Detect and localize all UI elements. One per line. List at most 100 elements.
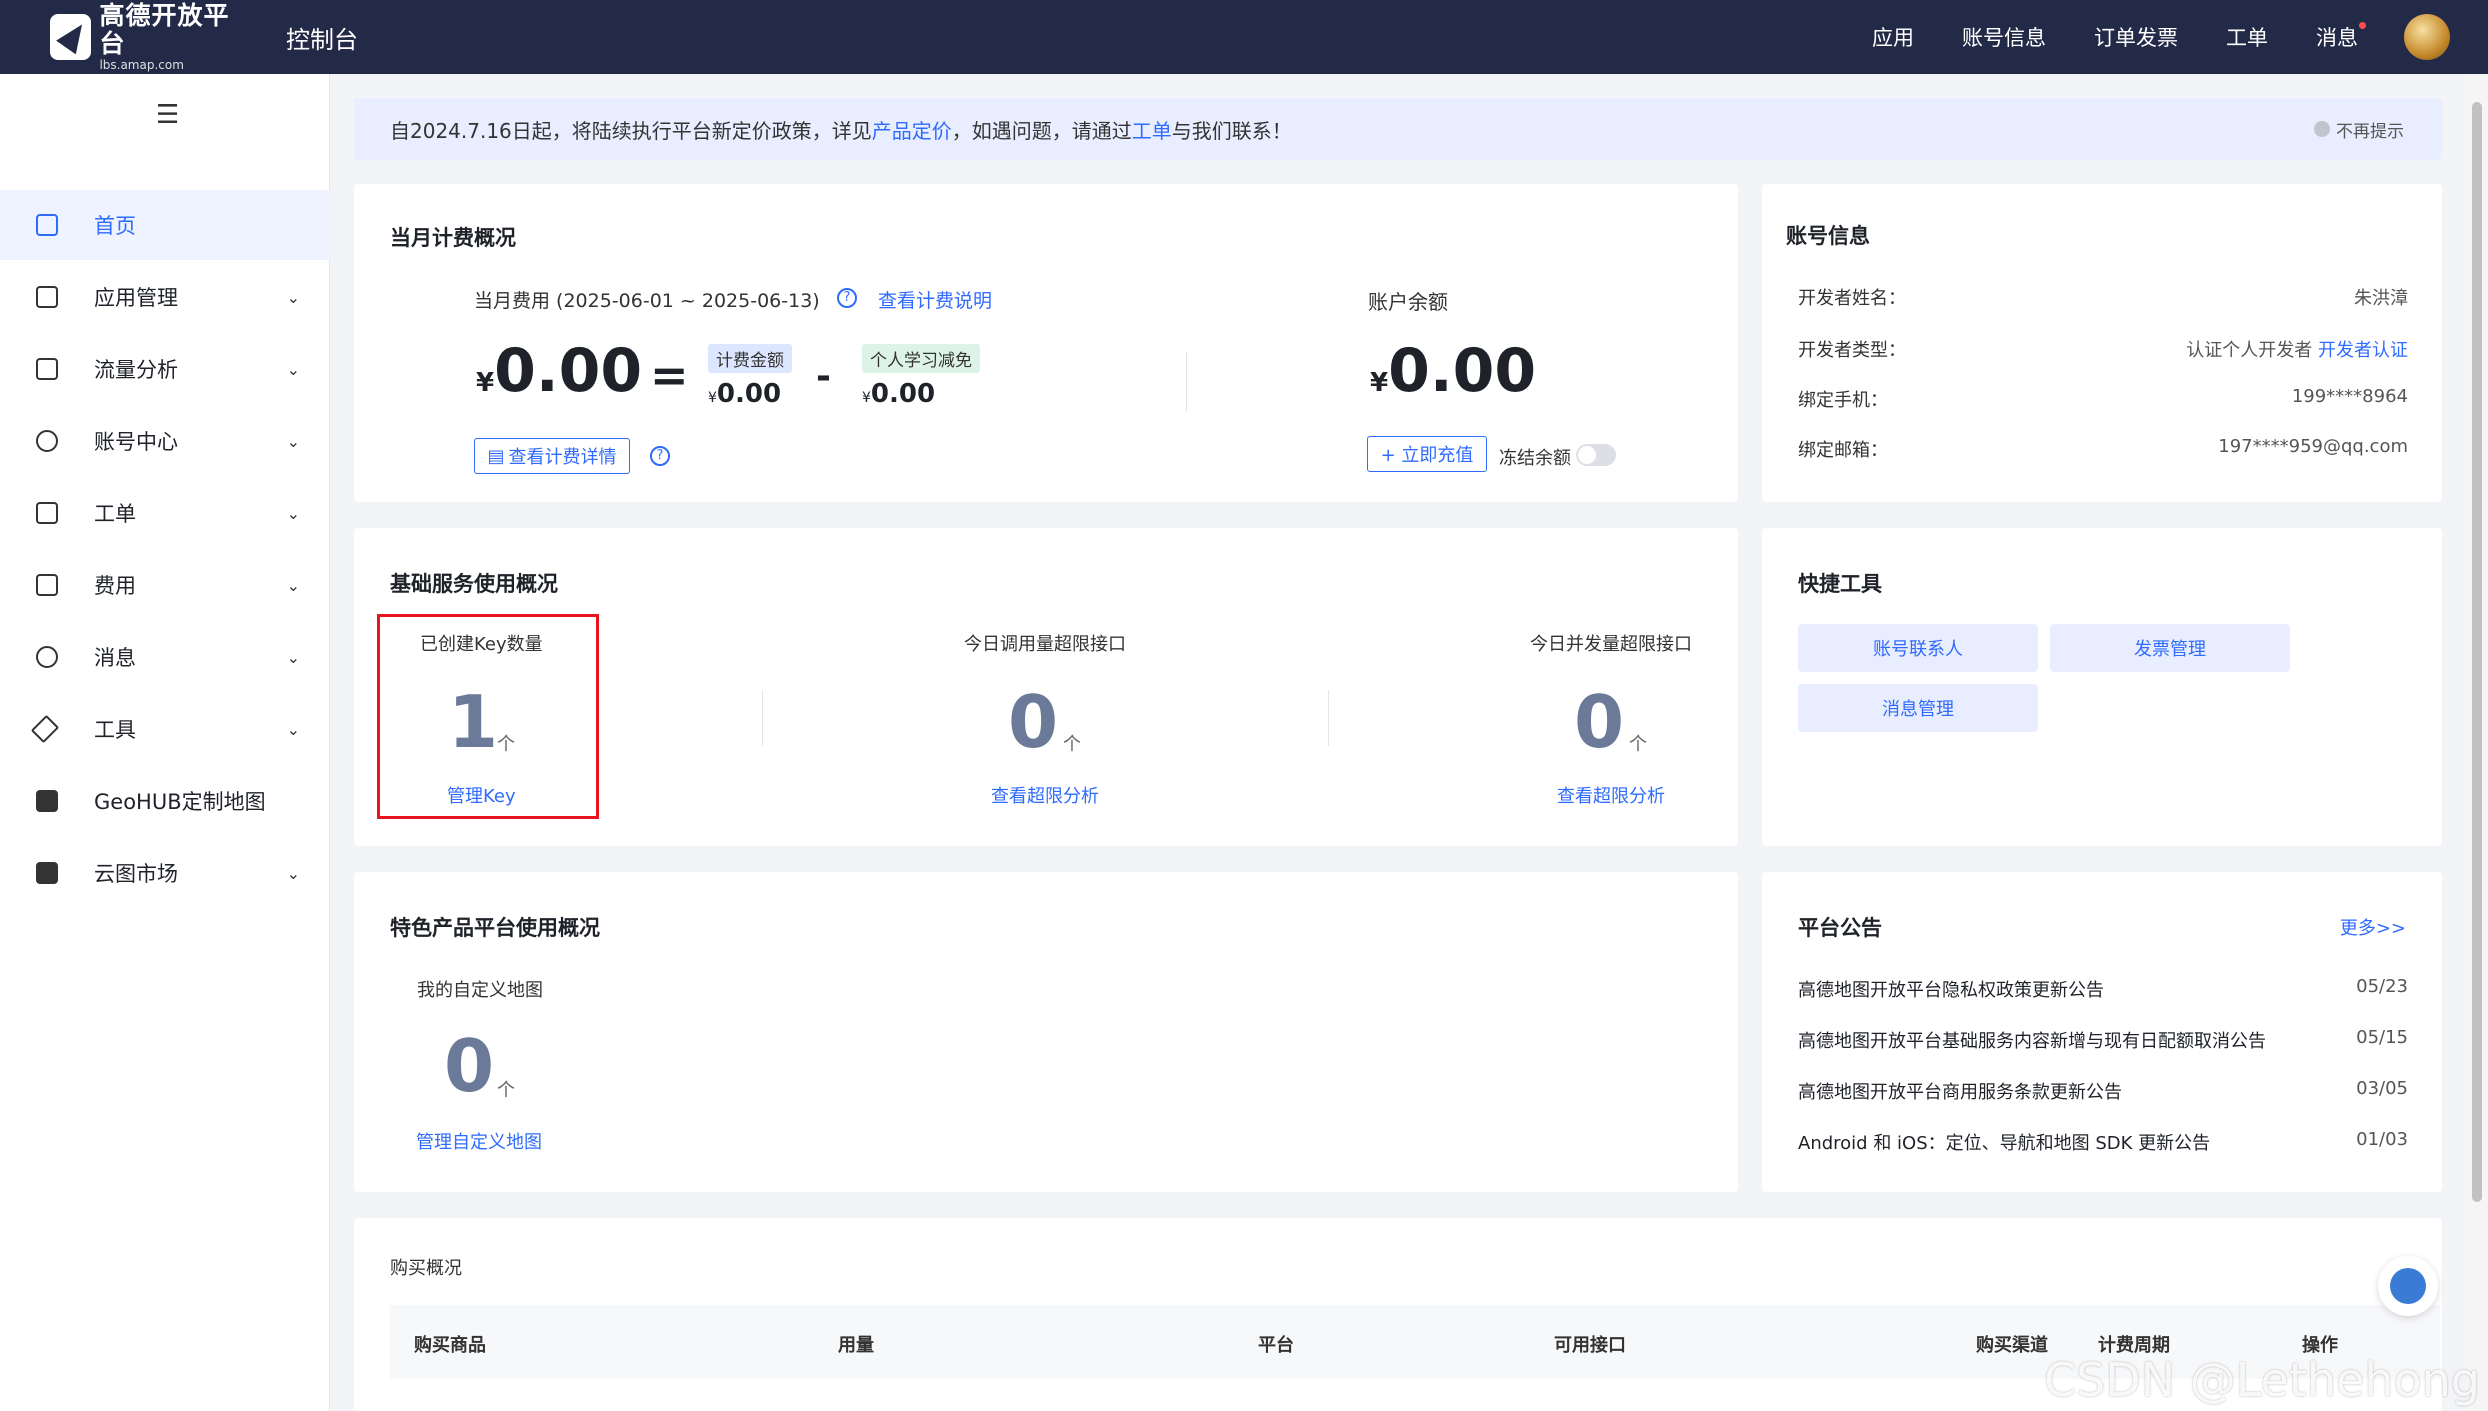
document-icon: ▤ (487, 445, 505, 467)
custom-map-value: 0 (444, 1024, 495, 1108)
assistant-bot-icon[interactable] (2378, 1256, 2438, 1316)
sidebar-item-geohub[interactable]: GeoHUB定制地图 (0, 766, 330, 836)
menu-toggle-icon[interactable]: ☰ (156, 100, 179, 130)
logo-icon (50, 14, 92, 60)
dismiss-notice-button[interactable]: 不再提示 (2314, 117, 2404, 142)
yen-icon (36, 574, 58, 596)
sidebar-item-tickets[interactable]: 工单 ⌄ (0, 478, 330, 548)
announcement-item[interactable]: Android 和 iOS：定位、导航和地图 SDK 更新公告 01/03 (1798, 1129, 2408, 1155)
sidebar-item-cloud-market[interactable]: 云图市场 ⌄ (0, 838, 330, 908)
scrollbar[interactable] (2466, 74, 2488, 1411)
minus-sign: - (816, 356, 831, 397)
divider (1328, 690, 1329, 746)
billing-explain-link[interactable]: 查看计费说明 (878, 286, 992, 313)
featured-products-card: 特色产品平台使用概况 (354, 872, 1738, 1192)
sidebar: ☰ 首页 应用管理 ⌄ 流量分析 ⌄ 账号中心 ⌄ 工单 ⌄ 费用 ⌄ 消息 ⌄… (0, 74, 330, 1411)
sidebar-item-app-management[interactable]: 应用管理 ⌄ (0, 262, 330, 332)
more-announcements-link[interactable]: 更多>> (2340, 914, 2406, 940)
billing-card: 当月计费概况 当月费用 (2025-06-01 ~ 2025-06-13) ? … (354, 184, 1738, 502)
chevron-down-icon: ⌄ (286, 503, 300, 523)
pricing-link[interactable]: 产品定价 (872, 119, 952, 143)
layers-icon (36, 790, 58, 812)
store-icon (36, 862, 58, 884)
logo[interactable]: 高德开放平台 lbs.amap.com (50, 2, 240, 72)
email-row: 绑定邮箱： 197****959@qq.com (1798, 436, 2408, 461)
highlight-box (377, 614, 599, 819)
sidebar-item-billing[interactable]: 费用 ⌄ (0, 550, 330, 620)
charge-amount: 0.00 (716, 379, 782, 409)
announcements-title: 平台公告 (1798, 916, 1882, 940)
developer-name-row: 开发者姓名： 朱洪漳 (1798, 284, 2408, 310)
balance-amount: 0.00 (1388, 336, 1537, 406)
chevron-down-icon: ⌄ (286, 575, 300, 595)
announcement-item[interactable]: 高德地图开放平台隐私权政策更新公告 05/23 (1798, 976, 2408, 1002)
developer-name: 朱洪漳 (2354, 288, 2408, 309)
column-header: 购买渠道 (1976, 1335, 2048, 1356)
ticket-icon (36, 502, 58, 524)
custom-map-label: 我的自定义地图 (417, 980, 543, 1001)
sidebar-item-account-center[interactable]: 账号中心 ⌄ (0, 406, 330, 476)
billing-period: 当月费用 (2025-06-01 ~ 2025-06-13) (474, 290, 820, 312)
chevron-down-icon: ⌄ (286, 863, 300, 883)
unread-dot (2359, 22, 2366, 29)
concurrency-analysis-link[interactable]: 查看超限分析 (1557, 782, 1665, 808)
nav-apps[interactable]: 应用 (1872, 22, 1914, 52)
equals-sign: = (650, 348, 689, 402)
column-header: 用量 (838, 1335, 874, 1356)
avatar[interactable] (2404, 14, 2450, 60)
help-icon[interactable]: ? (650, 446, 670, 466)
watermark: CSDN @Lethehong (2043, 1353, 2480, 1407)
divider (1186, 352, 1187, 412)
top-nav: 应用 账号信息 订单发票 工单 消息 (1824, 22, 2366, 52)
developer-type-row: 开发者类型： 认证个人开发者 开发者认证 (1798, 340, 2408, 361)
basic-service-title: 基础服务使用概况 (390, 572, 558, 596)
call-limit-analysis-link[interactable]: 查看超限分析 (991, 782, 1099, 808)
developer-verification-link[interactable]: 开发者认证 (2318, 340, 2408, 361)
daily-call-limit-label: 今日调用量超限接口 (964, 634, 1126, 655)
purchase-title: 购买概况 (390, 1258, 462, 1279)
ticket-link[interactable]: 工单 (1132, 119, 1172, 143)
quick-tools-title: 快捷工具 (1798, 572, 1882, 596)
sidebar-item-tools[interactable]: 工具 ⌄ (0, 694, 330, 764)
frozen-balance-toggle[interactable] (1576, 444, 1616, 466)
sidebar-item-messages[interactable]: 消息 ⌄ (0, 622, 330, 692)
invoice-management-button[interactable]: 发票管理 (2050, 624, 2290, 672)
wrench-icon (30, 714, 60, 744)
bound-email: 197****959@qq.com (2218, 436, 2408, 457)
logo-title: 高德开放平台 (99, 1, 230, 58)
help-icon[interactable]: ? (837, 288, 857, 308)
account-title: 账号信息 (1786, 224, 1870, 248)
divider (762, 690, 763, 746)
close-icon (2314, 121, 2330, 137)
scroll-thumb[interactable] (2472, 102, 2482, 1202)
console-title[interactable]: 控制台 (286, 20, 358, 55)
concurrency-limit-label: 今日并发量超限接口 (1530, 634, 1692, 655)
chevron-down-icon: ⌄ (286, 359, 300, 379)
chevron-down-icon: ⌄ (286, 287, 300, 307)
announcement-item[interactable]: 高德地图开放平台商用服务条款更新公告 03/05 (1798, 1078, 2408, 1104)
top-bar: 高德开放平台 lbs.amap.com 控制台 应用 账号信息 订单发票 工单 … (0, 0, 2488, 74)
billing-detail-button[interactable]: ▤ 查看计费详情 (474, 438, 630, 474)
account-contact-button[interactable]: 账号联系人 (1798, 624, 2038, 672)
featured-title: 特色产品平台使用概况 (390, 916, 600, 940)
billing-title: 当月计费概况 (390, 226, 516, 250)
balance-label: 账户余额 (1368, 290, 1448, 314)
nav-account-info[interactable]: 账号信息 (1962, 22, 2046, 52)
user-icon (36, 430, 58, 452)
bound-phone: 199****8964 (2291, 386, 2408, 407)
manage-custom-map-link[interactable]: 管理自定义地图 (416, 1128, 542, 1154)
message-icon (36, 646, 58, 668)
grid-icon (36, 286, 58, 308)
announcement-item[interactable]: 高德地图开放平台基础服务内容新增与现有日配额取消公告 05/15 (1798, 1027, 2408, 1053)
discount-tag: 个人学习减免 (862, 344, 980, 373)
sidebar-item-home[interactable]: 首页 (0, 190, 330, 260)
sidebar-item-traffic-analysis[interactable]: 流量分析 ⌄ (0, 334, 330, 404)
message-management-button[interactable]: 消息管理 (1798, 684, 2038, 732)
nav-messages[interactable]: 消息 (2316, 22, 2366, 52)
nav-orders-invoices[interactable]: 订单发票 (2094, 22, 2178, 52)
nav-tickets[interactable]: 工单 (2226, 22, 2268, 52)
recharge-button[interactable]: + 立即充值 (1367, 436, 1487, 472)
column-header: 平台 (1258, 1335, 1294, 1356)
charge-tag: 计费金额 (708, 344, 792, 373)
developer-type: 认证个人开发者 (2186, 340, 2313, 361)
